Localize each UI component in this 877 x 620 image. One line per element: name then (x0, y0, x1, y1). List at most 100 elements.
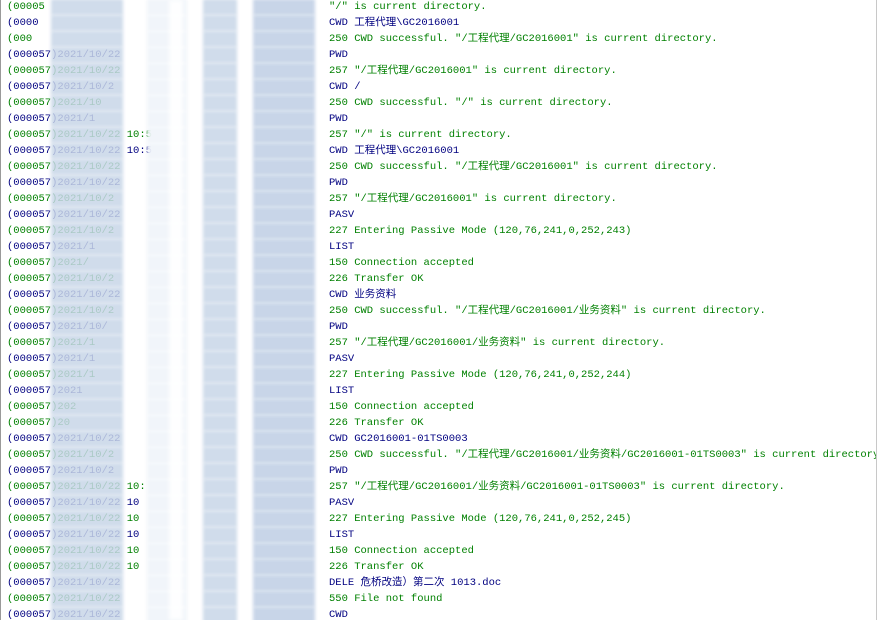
log-line-message: CWD 业务资料 (329, 289, 397, 301)
ftp-server-log[interactable]: (00005 "/" is current directory. (0000 CWD … (0, 0, 877, 620)
redaction-blur (203, 143, 237, 159)
log-line: (00005 "/" is current directory. (7, 0, 876, 15)
redaction-blur (51, 351, 123, 367)
log-line-message: 250 CWD successful. "/工程代理/GC2016001" is… (329, 161, 718, 173)
redaction-blur (51, 31, 123, 47)
log-line-message: 550 File not found (329, 593, 443, 605)
log-line-message: CWD GC2016001-01TS0003 (329, 433, 468, 445)
log-line: (000057)2021/150 Connection accepted (7, 255, 876, 271)
redaction-blur (253, 223, 315, 239)
log-line-message: LIST (329, 385, 355, 397)
redaction-blur (203, 591, 237, 607)
redaction-blur (203, 47, 237, 63)
log-line-message: 226 Transfer OK (329, 561, 424, 573)
log-line-message: CWD 工程代理\GC2016001 (329, 17, 460, 29)
log-line-message: PWD (329, 465, 348, 477)
redaction-blur (51, 527, 123, 543)
log-line: (000057)2021/1LIST (7, 239, 876, 255)
log-line-message: 227 Entering Passive Mode (120,76,241,0,… (329, 513, 632, 525)
redaction-blur (51, 383, 123, 399)
log-line-message: 250 CWD successful. "/" is current direc… (329, 97, 613, 109)
redaction-blur (253, 111, 315, 127)
redaction-blur (203, 191, 237, 207)
redaction-blur (253, 335, 315, 351)
redaction-blur (51, 319, 123, 335)
log-line: (000057)2021/10/22250 CWD successful. "/… (7, 159, 876, 175)
redaction-blur (253, 367, 315, 383)
redaction-blur (203, 95, 237, 111)
redaction-blur (253, 415, 315, 431)
redaction-blur (51, 0, 123, 15)
redaction-blur (203, 239, 237, 255)
redaction-blur (253, 319, 315, 335)
redaction-blur (203, 415, 237, 431)
redaction-blur (253, 399, 315, 415)
redaction-blur (51, 127, 123, 143)
redaction-blur (51, 15, 123, 31)
redaction-blur (203, 399, 237, 415)
log-line: (000057)2021/10/22CWD GC2016001-01TS0003 (7, 431, 876, 447)
redaction-blur (253, 175, 315, 191)
log-line: (000057)2021/10/PWD (7, 319, 876, 335)
log-line: (000057)2021/10/22 10226 Transfer OK (7, 559, 876, 575)
redaction-blur (253, 607, 315, 620)
redaction-blur (253, 591, 315, 607)
log-line: (000057)2021/10/22PWD (7, 47, 876, 63)
redaction-blur (51, 399, 123, 415)
redaction-blur (203, 303, 237, 319)
redaction-blur (51, 607, 123, 620)
log-line: (000 250 CWD successful. "/工程代理/GC2016001… (7, 31, 876, 47)
redaction-blur (203, 543, 237, 559)
redaction-blur (51, 511, 123, 527)
redaction-blur (51, 335, 123, 351)
redaction-blur (203, 383, 237, 399)
redaction-blur (253, 543, 315, 559)
redaction-blur (203, 495, 237, 511)
redaction-blur (253, 79, 315, 95)
redaction-blur (253, 191, 315, 207)
log-line: (000057)2021/10/22CWD (7, 607, 876, 620)
redaction-blur (253, 463, 315, 479)
log-line: (000057)2021/1PWD (7, 111, 876, 127)
redaction-blur (253, 479, 315, 495)
log-line-message: 250 CWD successful. "/工程代理/GC2016001" is… (329, 33, 718, 45)
redaction-blur (253, 207, 315, 223)
redaction-blur (51, 591, 123, 607)
redaction-blur (51, 447, 123, 463)
redaction-blur (253, 271, 315, 287)
log-line: (000057)20 226 Transfer OK (7, 415, 876, 431)
log-line: (000057)2021/1227 Entering Passive Mode … (7, 367, 876, 383)
redaction-blur (203, 287, 237, 303)
redaction-blur (51, 479, 123, 495)
redaction-blur (253, 47, 315, 63)
log-line: (000057)2021/10/22 10PASV (7, 495, 876, 511)
log-line: (000057)2021/10/2250 CWD successful. "/工… (7, 303, 876, 319)
redaction-blur (51, 255, 123, 271)
log-line: (000057)2021/10/2250 CWD successful. "/工… (7, 447, 876, 463)
redaction-blur (51, 207, 123, 223)
log-line: (000057)2021/10/22 10150 Connection acce… (7, 543, 876, 559)
redaction-blur (51, 79, 123, 95)
log-line: (000057)202 150 Connection accepted (7, 399, 876, 415)
redaction-blur (253, 63, 315, 79)
redaction-blur (203, 15, 237, 31)
redaction-blur (203, 367, 237, 383)
log-line-message: 257 "/工程代理/GC2016001/业务资料/GC2016001-01TS… (329, 481, 785, 493)
redaction-blur (253, 15, 315, 31)
log-line: (000057)2021/10/2257 "/工程代理/GC2016001" i… (7, 191, 876, 207)
redaction-blur (203, 319, 237, 335)
redaction-blur (203, 335, 237, 351)
redaction-blur (51, 559, 123, 575)
redaction-blur (51, 175, 123, 191)
redaction-blur (203, 111, 237, 127)
redaction-blur (51, 191, 123, 207)
log-line: (000057)2021/10/2CWD / (7, 79, 876, 95)
redaction-blur (203, 479, 237, 495)
log-line-message: "/" is current directory. (329, 1, 487, 13)
log-line-message: 226 Transfer OK (329, 273, 424, 285)
log-line: (000057)2021/10/22 10:5CWD 工程代理\GC201600… (7, 143, 876, 159)
log-line-message: 257 "/工程代理/GC2016001" is current directo… (329, 193, 617, 205)
redaction-blur (203, 463, 237, 479)
redaction-blur (203, 351, 237, 367)
redaction-blur (253, 559, 315, 575)
